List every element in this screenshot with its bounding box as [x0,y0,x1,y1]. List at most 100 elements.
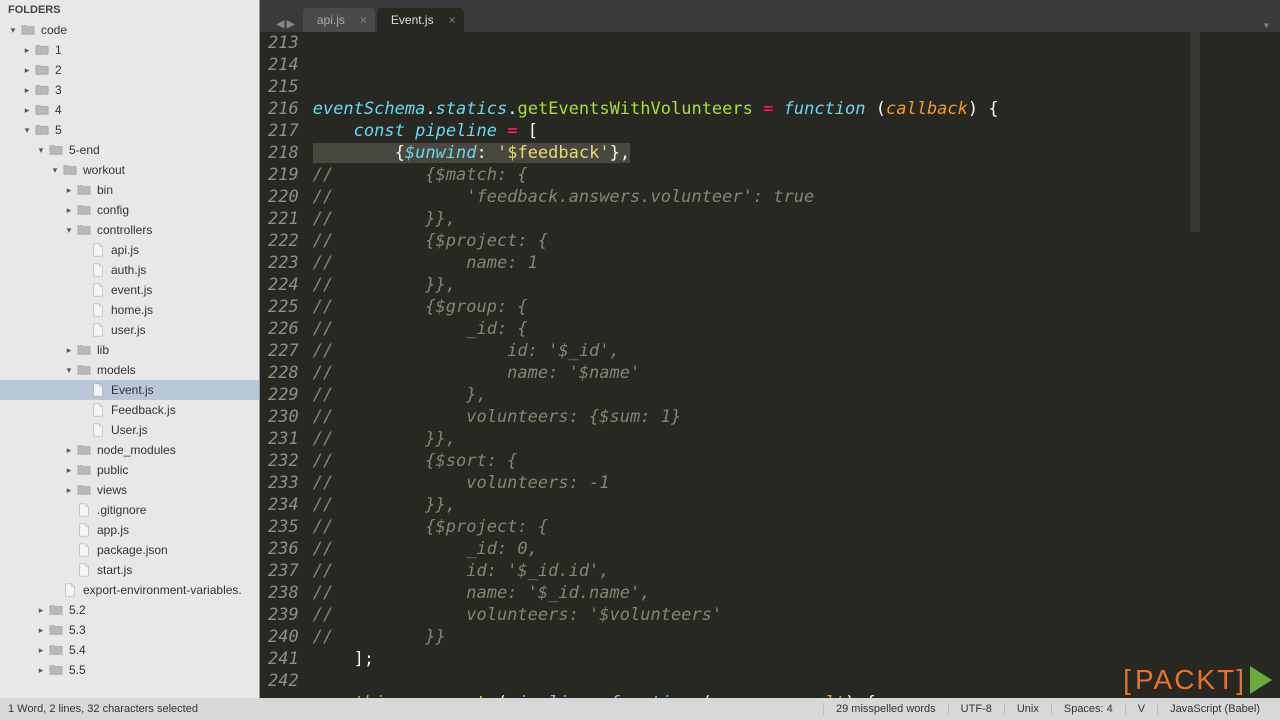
code-line[interactable]: // }}, [313,208,1200,230]
file-item[interactable]: user.js [0,320,259,340]
code-line[interactable]: // _id: 0, [313,538,1200,560]
file-item[interactable]: export-environment-variables. [0,580,259,600]
code-line[interactable]: // }, [313,384,1200,406]
folder-item[interactable]: ▸5.2 [0,600,259,620]
code-line[interactable]: // }} [313,626,1200,648]
code-line[interactable]: // name: '$_id.name', [313,582,1200,604]
chevron-right-icon[interactable]: ▸ [36,605,46,615]
code-line[interactable]: // _id: { [313,318,1200,340]
code-body[interactable]: eventSchema.statics.getEventsWithVolunte… [313,32,1200,698]
folder-item[interactable]: ▸lib [0,340,259,360]
file-item[interactable]: start.js [0,560,259,580]
chevron-right-icon[interactable]: ▸ [36,645,46,655]
chevron-right-icon[interactable]: ▸ [22,65,32,75]
status-selection[interactable]: 1 Word, 2 lines, 32 characters selected [8,703,210,715]
close-icon[interactable]: × [449,13,456,27]
folder-item[interactable]: ▸4 [0,100,259,120]
chevron-down-icon[interactable]: ▾ [22,125,32,135]
chevron-down-icon[interactable]: ▾ [36,145,46,155]
chevron-right-icon[interactable]: ▸ [64,465,74,475]
folder-item[interactable]: ▾models [0,360,259,380]
status-line-ending[interactable]: Unix [1004,703,1051,715]
folder-item[interactable]: ▸2 [0,60,259,80]
chevron-down-icon[interactable]: ▾ [8,25,18,35]
chevron-right-icon[interactable]: ▸ [22,45,32,55]
file-item[interactable]: app.js [0,520,259,540]
chevron-right-icon[interactable]: ▸ [36,625,46,635]
code-line[interactable] [313,670,1200,692]
code-line[interactable]: // {$project: { [313,230,1200,252]
folder-item[interactable]: ▸1 [0,40,259,60]
code-line[interactable]: // name: 1 [313,252,1200,274]
chevron-right-icon[interactable]: ▸ [64,485,74,495]
folder-item[interactable]: ▸3 [0,80,259,100]
folder-item[interactable]: ▸5.4 [0,640,259,660]
chevron-right-icon[interactable]: ▸ [64,205,74,215]
code-line[interactable]: // {$sort: { [313,450,1200,472]
code-line[interactable]: // volunteers: {$sum: 1} [313,406,1200,428]
status-indent[interactable]: Spaces: 4 [1051,703,1125,715]
code-line[interactable]: eventSchema.statics.getEventsWithVolunte… [313,98,1200,120]
folder-item[interactable]: ▸config [0,200,259,220]
file-item[interactable]: Event.js [0,380,259,400]
folder-item[interactable]: ▸bin [0,180,259,200]
status-encoding[interactable]: UTF-8 [948,703,1004,715]
file-item[interactable]: event.js [0,280,259,300]
status-syntax[interactable]: JavaScript (Babel) [1157,703,1272,715]
chevron-right-icon[interactable]: ▸ [36,665,46,675]
folder-item[interactable]: ▸5.3 [0,620,259,640]
folder-item[interactable]: ▸5.5 [0,660,259,680]
file-item[interactable]: home.js [0,300,259,320]
folder-item[interactable]: ▾5 [0,120,259,140]
tab-back-icon[interactable]: ◀ [276,16,284,32]
code-line[interactable]: const pipeline = [ [313,120,1200,142]
code-line[interactable]: // {$group: { [313,296,1200,318]
folder-item[interactable]: ▾5-end [0,140,259,160]
folder-item[interactable]: ▸public [0,460,259,480]
status-vim-mode[interactable]: V [1125,703,1157,715]
code-line[interactable]: ]; [313,648,1200,670]
tab-forward-icon[interactable]: ▶ [286,16,294,32]
code-line[interactable]: // }}, [313,428,1200,450]
chevron-right-icon[interactable]: ▸ [22,85,32,95]
code-line[interactable]: // name: '$name' [313,362,1200,384]
code-line[interactable]: // }}, [313,274,1200,296]
file-item[interactable]: User.js [0,420,259,440]
status-spell[interactable]: 29 misspelled words [823,703,948,715]
code-line[interactable]: // volunteers: -1 [313,472,1200,494]
file-item[interactable]: auth.js [0,260,259,280]
code-line[interactable]: // volunteers: '$volunteers' [313,604,1200,626]
file-item[interactable]: .gitignore [0,500,259,520]
folder-item[interactable]: ▸node_modules [0,440,259,460]
code-line[interactable]: // id: '$_id.id', [313,560,1200,582]
file-item[interactable]: package.json [0,540,259,560]
code-line[interactable]: {$unwind: '$feedback'}, [313,142,1200,164]
folder-item[interactable]: ▾code [0,20,259,40]
chevron-right-icon[interactable]: ▸ [64,445,74,455]
tab[interactable]: api.js× [303,8,375,32]
code-line[interactable]: // {$match: { [313,164,1200,186]
tabs-overflow-icon[interactable]: ▾ [1253,18,1280,32]
scrollbar-thumb[interactable] [1190,32,1200,232]
tab-history-arrows[interactable]: ◀ ▶ [268,16,303,32]
file-item[interactable]: Feedback.js [0,400,259,420]
tab[interactable]: Event.js× [377,8,464,32]
close-icon[interactable]: × [360,13,367,27]
file-item[interactable]: api.js [0,240,259,260]
code-line[interactable]: // id: '$_id', [313,340,1200,362]
folder-item[interactable]: ▾workout [0,160,259,180]
code-line[interactable]: // }}, [313,494,1200,516]
code-pane[interactable]: 2132142152162172182192202212222232242252… [260,32,1280,698]
folder-item[interactable]: ▾controllers [0,220,259,240]
chevron-right-icon[interactable]: ▸ [64,345,74,355]
chevron-down-icon[interactable]: ▾ [64,225,74,235]
code-line[interactable]: // 'feedback.answers.volunteer': true [313,186,1200,208]
code-line[interactable]: // {$project: { [313,516,1200,538]
minimap[interactable] [1200,32,1280,698]
folder-item[interactable]: ▸views [0,480,259,500]
chevron-right-icon[interactable]: ▸ [22,105,32,115]
code-line[interactable]: this.aggregate(pipeline, function (error… [313,692,1200,698]
chevron-down-icon[interactable]: ▾ [50,165,60,175]
chevron-right-icon[interactable]: ▸ [64,185,74,195]
chevron-down-icon[interactable]: ▾ [64,365,74,375]
